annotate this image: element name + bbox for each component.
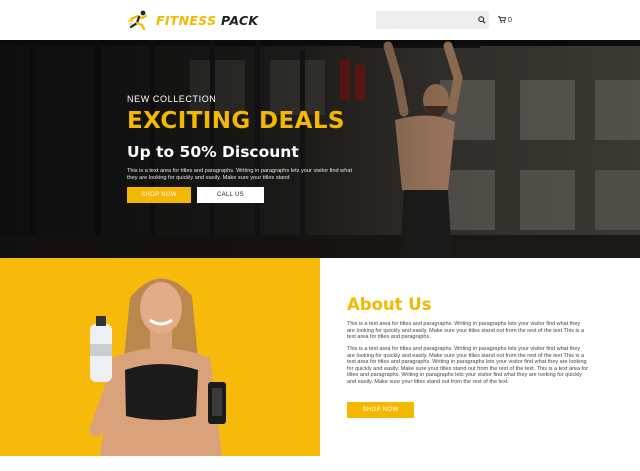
brand-name-part1: FITNESS xyxy=(156,12,217,28)
footer-strip xyxy=(0,456,640,471)
cart-button[interactable]: 0 xyxy=(498,14,512,26)
about-shop-now-button[interactable]: SHOP NOW xyxy=(347,402,414,418)
about-image xyxy=(0,258,320,456)
search-input[interactable] xyxy=(376,11,489,29)
search-icon[interactable] xyxy=(476,13,488,27)
about-paragraph-1: This is a text area for titles and parag… xyxy=(347,321,585,341)
brand-name-part2: PACK xyxy=(221,12,259,28)
hero-banner xyxy=(0,40,640,258)
cart-icon xyxy=(498,15,507,25)
about-title: About Us xyxy=(347,295,432,314)
hero-eyebrow: NEW COLLECTION xyxy=(127,94,217,104)
shop-now-button[interactable]: SHOP NOW xyxy=(127,187,191,203)
site-header: FITNESS PACK 0 xyxy=(0,0,640,40)
runner-logo-icon xyxy=(128,10,150,31)
hero-subtitle: Up to 50% Discount xyxy=(127,143,299,161)
call-us-button[interactable]: CALL US xyxy=(197,187,264,203)
hero-description: This is a text area for titles and parag… xyxy=(127,168,352,181)
cart-count: 0 xyxy=(508,16,512,24)
brand-logo[interactable]: FITNESS PACK xyxy=(128,9,258,31)
about-paragraph-2: This is a text area for titles and parag… xyxy=(347,346,588,385)
hero-title: EXCITING DEALS xyxy=(127,108,345,134)
